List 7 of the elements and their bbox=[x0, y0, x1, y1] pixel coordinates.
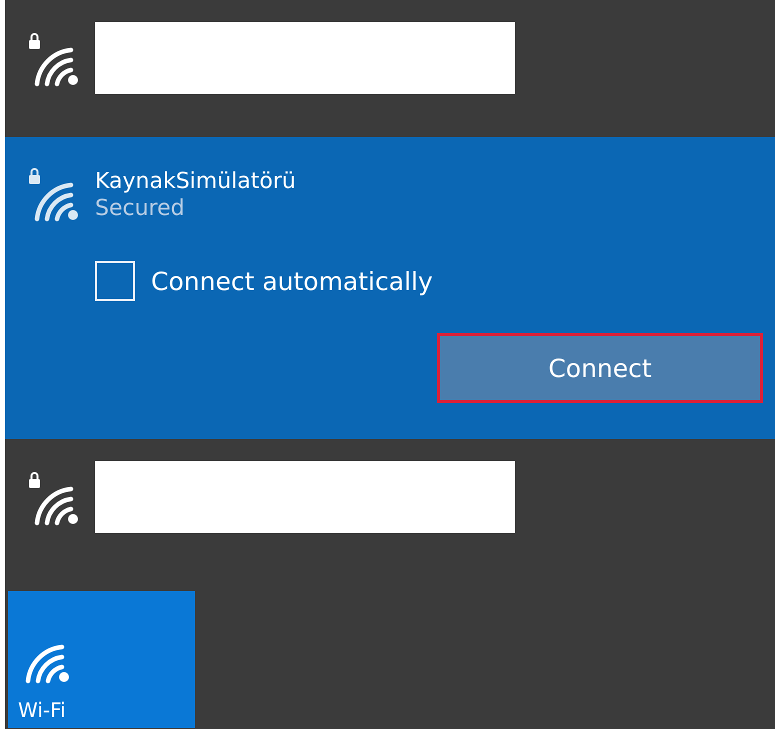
network-item[interactable]: KaynakSimülatörü Secured Connect automatically Connect bbox=[5, 137, 775, 439]
wifi-tile[interactable]: Wi-Fi bbox=[8, 591, 195, 728]
checkbox[interactable] bbox=[95, 261, 135, 301]
network-status: Secured bbox=[95, 196, 186, 221]
connect-button[interactable]: Connect bbox=[437, 333, 763, 403]
network-name: KaynakSimülatörü bbox=[95, 169, 297, 194]
checkbox-label: Connect automatically bbox=[151, 266, 433, 296]
